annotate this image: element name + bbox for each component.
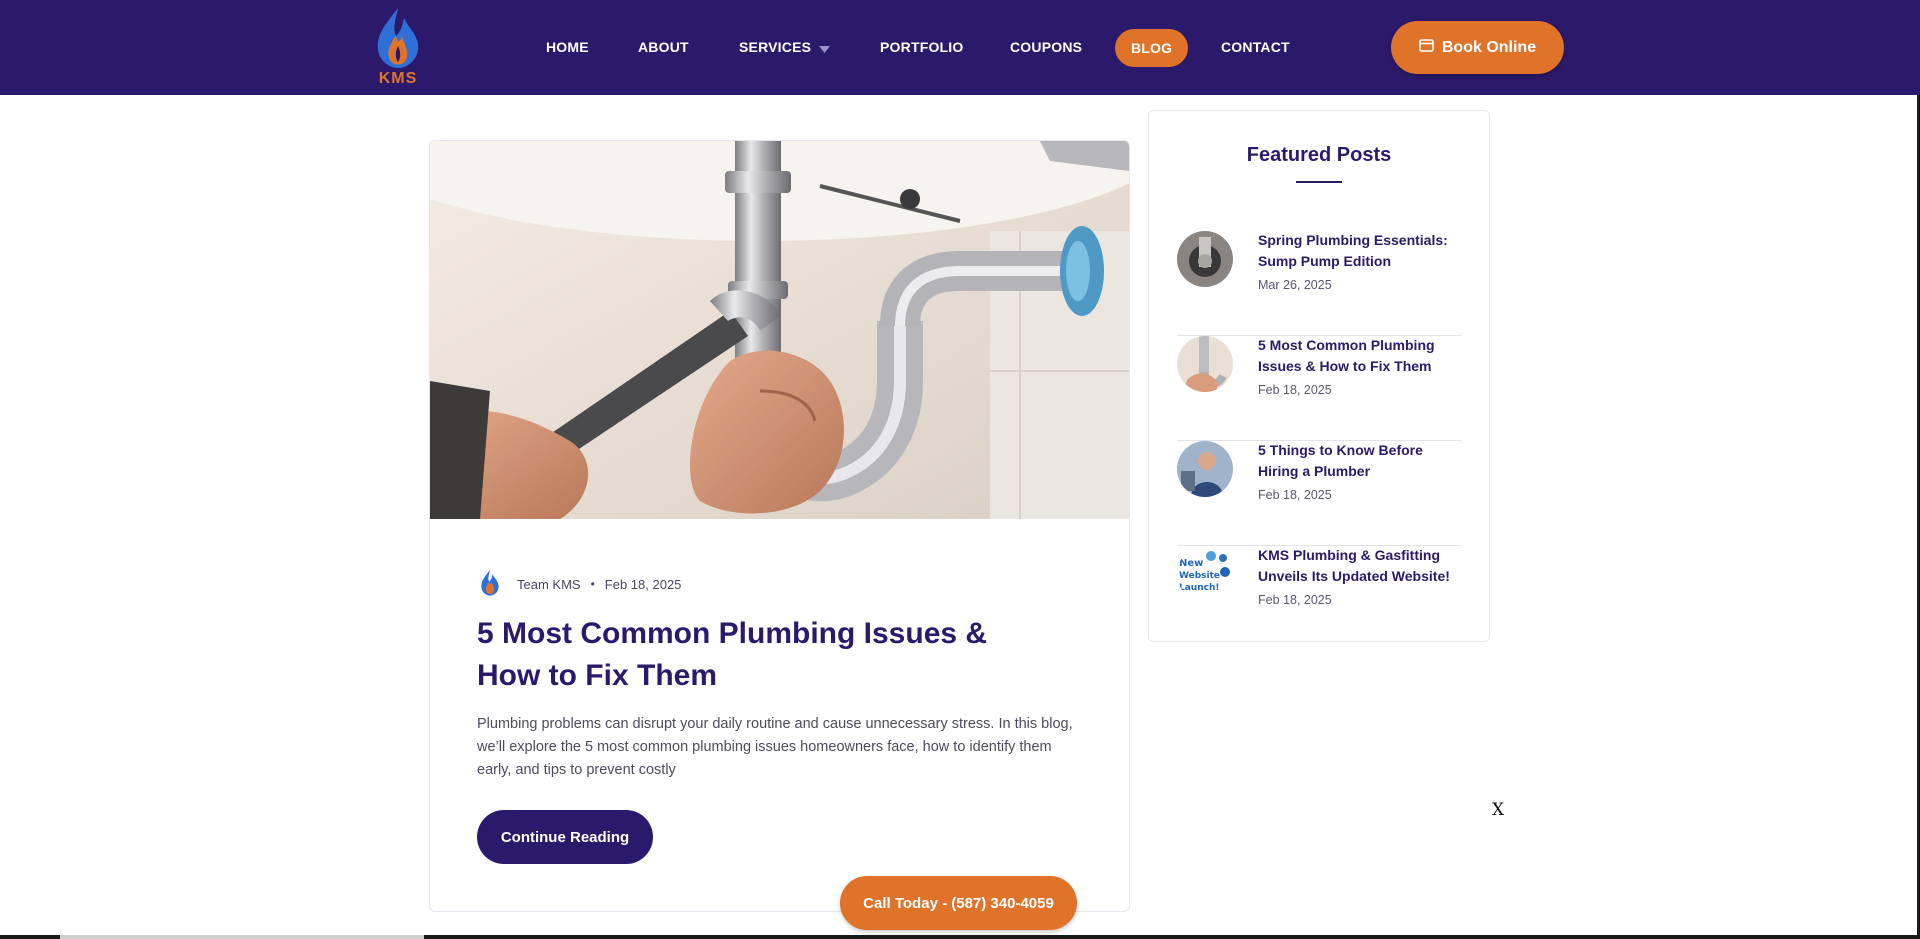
new-website-launch-graphic: New Website Launch! bbox=[1177, 546, 1233, 602]
featured-post-title[interactable]: KMS Plumbing & Gasfitting Unveils Its Up… bbox=[1258, 545, 1463, 587]
featured-post-date: Feb 18, 2025 bbox=[1258, 593, 1332, 607]
featured-post-title[interactable]: 5 Most Common Plumbing Issues & How to F… bbox=[1258, 335, 1463, 377]
post-excerpt: Plumbing problems can disrupt your daily… bbox=[477, 716, 1073, 778]
featured-post-thumbnail[interactable] bbox=[1177, 441, 1233, 497]
book-online-label: Book Online bbox=[1441, 38, 1537, 56]
nav-home[interactable]: HOME bbox=[546, 35, 589, 59]
featured-post-thumbnail[interactable] bbox=[1177, 336, 1233, 392]
featured-post-item[interactable]: 5 Things to Know Before Hiring a Plumber… bbox=[1177, 441, 1461, 546]
featured-post-item[interactable]: New Website Launch! KMS Plumbing & Gasfi… bbox=[1177, 546, 1461, 650]
post-author[interactable]: Team KMS bbox=[517, 577, 581, 592]
post-date: Feb 18, 2025 bbox=[604, 576, 682, 592]
nav-portfolio[interactable]: PORTFOLIO bbox=[880, 35, 963, 59]
featured-post-item[interactable]: Spring Plumbing Essentials: Sump Pump Ed… bbox=[1177, 231, 1461, 336]
nav-blog[interactable]: BLOG bbox=[1115, 29, 1189, 67]
svg-text:New: New bbox=[1179, 558, 1203, 569]
post-title[interactable]: 5 Most Common Plumbing Issues & How to F… bbox=[477, 613, 1037, 697]
logo-text: KMS bbox=[378, 70, 418, 87]
book-online-button[interactable]: Book Online bbox=[1391, 21, 1564, 74]
featured-post-thumbnail[interactable] bbox=[1177, 231, 1233, 287]
nav-services-label: SERVICES bbox=[739, 39, 812, 55]
featured-post-date: Mar 26, 2025 bbox=[1258, 278, 1332, 292]
featured-post-thumbnail[interactable]: New Website Launch! bbox=[1177, 546, 1233, 602]
author-avatar bbox=[477, 569, 503, 599]
meta-separator: • bbox=[590, 577, 595, 591]
chevron-down-icon bbox=[819, 36, 831, 60]
horizontal-scrollbar[interactable] bbox=[0, 935, 1920, 939]
kms-logo[interactable]: KMS bbox=[370, 6, 426, 90]
nav-about[interactable]: ABOUT bbox=[638, 35, 689, 59]
featured-posts-title: Featured Posts bbox=[1246, 144, 1392, 166]
post-card: Team KMS • Feb 18, 2025 5 Most Common Pl… bbox=[429, 140, 1130, 912]
call-today-button[interactable]: Call Today - (587) 340-4059 bbox=[840, 876, 1077, 930]
featured-posts-widget: Featured Posts Spring Plumbing Essential… bbox=[1148, 110, 1490, 642]
nav-contact[interactable]: CONTACT bbox=[1221, 35, 1290, 59]
featured-post-date: Feb 18, 2025 bbox=[1258, 488, 1332, 502]
nav-coupons[interactable]: COUPONS bbox=[1010, 35, 1082, 59]
svg-text:Launch!: Launch! bbox=[1179, 583, 1219, 593]
close-popup-button[interactable]: X bbox=[1492, 800, 1504, 820]
post-meta: Team KMS • Feb 18, 2025 bbox=[477, 569, 681, 599]
scrollbar-thumb[interactable] bbox=[60, 935, 424, 939]
featured-post-item[interactable]: 5 Most Common Plumbing Issues & How to F… bbox=[1177, 336, 1461, 441]
nav-services[interactable]: SERVICES bbox=[739, 35, 831, 60]
continue-reading-button[interactable]: Continue Reading bbox=[477, 810, 653, 864]
site-header: KMS HOME ABOUT SERVICES PORTFOLIO COUPON… bbox=[0, 0, 1920, 95]
calendar-icon bbox=[1419, 38, 1434, 57]
title-underline bbox=[1296, 181, 1342, 183]
post-hero-image[interactable] bbox=[430, 141, 1129, 519]
featured-post-date: Feb 18, 2025 bbox=[1258, 383, 1332, 397]
featured-post-title[interactable]: Spring Plumbing Essentials: Sump Pump Ed… bbox=[1258, 230, 1463, 272]
flame-icon bbox=[377, 8, 419, 68]
featured-post-title[interactable]: 5 Things to Know Before Hiring a Plumber bbox=[1258, 440, 1463, 482]
svg-text:Website: Website bbox=[1179, 571, 1220, 581]
